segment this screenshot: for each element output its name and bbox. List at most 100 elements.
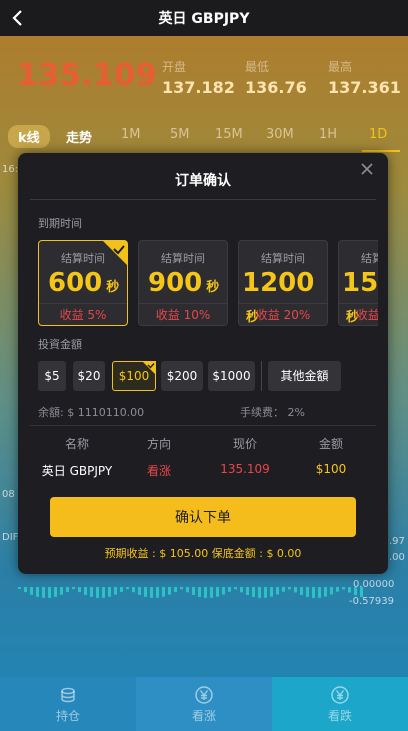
open-label: 开盘 (162, 60, 187, 74)
current-price: 135.109 (17, 58, 158, 93)
amount-button-100[interactable]: $100 (112, 361, 156, 391)
amount-button-200[interactable]: $200 (161, 361, 203, 391)
macd-bar (288, 587, 291, 590)
nav-buy-down[interactable]: 看跌 (272, 677, 408, 731)
tab-1d[interactable]: 1D (369, 127, 387, 142)
macd-bar (336, 587, 339, 592)
macd-bar (258, 587, 261, 598)
order-confirm-modal: 订单确认 到期时间 结算时间 600 秒 收益 5% 结算时间 900 秒 收益 1… (18, 153, 388, 574)
nav-holdings[interactable]: 持仓 (0, 677, 136, 731)
expiry-option-1200[interactable]: 结算时间 1200秒 收益 20% (238, 240, 328, 326)
page-title: 英日 GBPJPY (158, 11, 250, 27)
macd-bar (246, 587, 249, 596)
yen-coin-icon (331, 685, 349, 704)
macd-bar (252, 587, 255, 597)
close-icon[interactable] (360, 162, 374, 176)
bottom-nav: 持仓 看涨 看跌 (0, 677, 408, 731)
macd-bar (42, 587, 45, 598)
yen-coin-icon (195, 685, 213, 704)
nav-buy-down-label: 看跌 (327, 708, 352, 723)
tab-5m[interactable]: 5M (170, 127, 190, 142)
expiry-option-1500[interactable]: 结算时间 1500秒 收益 30% (338, 240, 378, 326)
macd-bar (234, 587, 237, 590)
amount-button-1000[interactable]: $1000 (208, 361, 255, 391)
macd-bar (138, 587, 141, 595)
expiry-section-label: 到期时间 (38, 217, 82, 230)
macd-bar (48, 587, 51, 598)
macd-bar (360, 587, 363, 598)
order-amount: $100 (315, 462, 347, 476)
amount-button-20[interactable]: $20 (73, 361, 105, 391)
tab-30m[interactable]: 30M (266, 127, 294, 142)
macd-bar (270, 587, 273, 597)
high-value: 137.361 (328, 78, 401, 97)
macd-bar (222, 587, 225, 595)
macd-bar (330, 587, 333, 595)
info-divider (30, 425, 376, 426)
col-header-name: 名称 (64, 437, 89, 451)
macd-bar (240, 587, 243, 593)
low-stat: 最低 136.76 (245, 58, 307, 97)
expected-income-text: 预期收益 : $ 105.00 保底金额 : $ 0.00 (104, 547, 302, 560)
macd-bar (78, 587, 81, 593)
expiry-option-label: 结算时间 (261, 252, 305, 265)
macd-bar (198, 587, 201, 597)
holdings-icon (61, 687, 75, 702)
modal-title: 订单确认 (175, 173, 231, 189)
macd-bar (162, 587, 165, 597)
macd-bar (150, 587, 153, 598)
expiry-option-600[interactable]: 结算时间 600 秒 收益 5% (38, 240, 128, 326)
expiry-option-label: 结算时间 (161, 252, 205, 265)
fee-text: 手续费： 2% (240, 406, 305, 419)
low-label: 最低 (245, 60, 270, 74)
other-amount-button[interactable]: 其他金額 (268, 361, 341, 391)
tab-trend[interactable]: 走势 (66, 127, 92, 146)
expiry-option-value: 900 秒 (148, 268, 220, 298)
low-value: 136.76 (245, 78, 307, 97)
order-price: 135.109 (220, 462, 270, 476)
confirm-order-button[interactable]: 确认下单 (50, 497, 356, 537)
macd-bar (24, 587, 27, 593)
macd-bar (126, 587, 129, 590)
chart-tabs: k线 走势 1M 5M 15M 30M 1H 1D (0, 122, 408, 152)
open-value: 137.182 (162, 78, 235, 97)
balance-text: 余額: $ 1110110.00 (38, 406, 145, 419)
macd-bar (324, 587, 327, 597)
nav-buy-up[interactable]: 看涨 (136, 677, 272, 731)
expiry-option-income: 收益 30% (339, 303, 378, 325)
macd-bar (210, 587, 213, 598)
macd-bar (144, 587, 147, 597)
back-arrow-icon[interactable] (8, 8, 28, 28)
expiry-option-income: 收益 10% (139, 303, 227, 325)
macd-bar (72, 587, 75, 590)
macd-bar (30, 587, 33, 595)
amount-button-5[interactable]: $5 (38, 361, 66, 391)
tab-1h[interactable]: 1H (319, 127, 337, 142)
macd-bar (318, 587, 321, 598)
col-header-amount: 金额 (318, 437, 343, 451)
top-bar: 英日 GBPJPY (0, 0, 408, 36)
macd-bar (36, 587, 39, 597)
selected-check-icon (103, 241, 127, 265)
macd-bar (354, 587, 357, 596)
macd-bar (186, 587, 189, 593)
invest-section-label: 投資金額 (38, 338, 82, 351)
nav-holdings-label: 持仓 (55, 708, 80, 723)
macd-bar (312, 587, 315, 598)
tab-1m[interactable]: 1M (121, 127, 141, 142)
macd-bar (90, 587, 93, 597)
open-stat: 开盘 137.182 (162, 58, 235, 97)
tab-15m[interactable]: 15M (215, 127, 243, 142)
macd-bar (60, 587, 63, 595)
chart-time-label: 16: (2, 164, 19, 175)
tab-kline[interactable]: k线 (8, 125, 50, 148)
expiry-option-900[interactable]: 结算时间 900 秒 收益 10% (138, 240, 228, 326)
macd-bar (84, 587, 87, 595)
macd-bar (204, 587, 207, 598)
macd-bar (114, 587, 117, 595)
col-header-price: 现价 (232, 437, 257, 451)
nav-buy-up-label: 看涨 (191, 708, 216, 723)
macd-bar (294, 587, 297, 593)
high-stat: 最高 137.361 (328, 58, 401, 97)
macd-bar (54, 587, 57, 597)
